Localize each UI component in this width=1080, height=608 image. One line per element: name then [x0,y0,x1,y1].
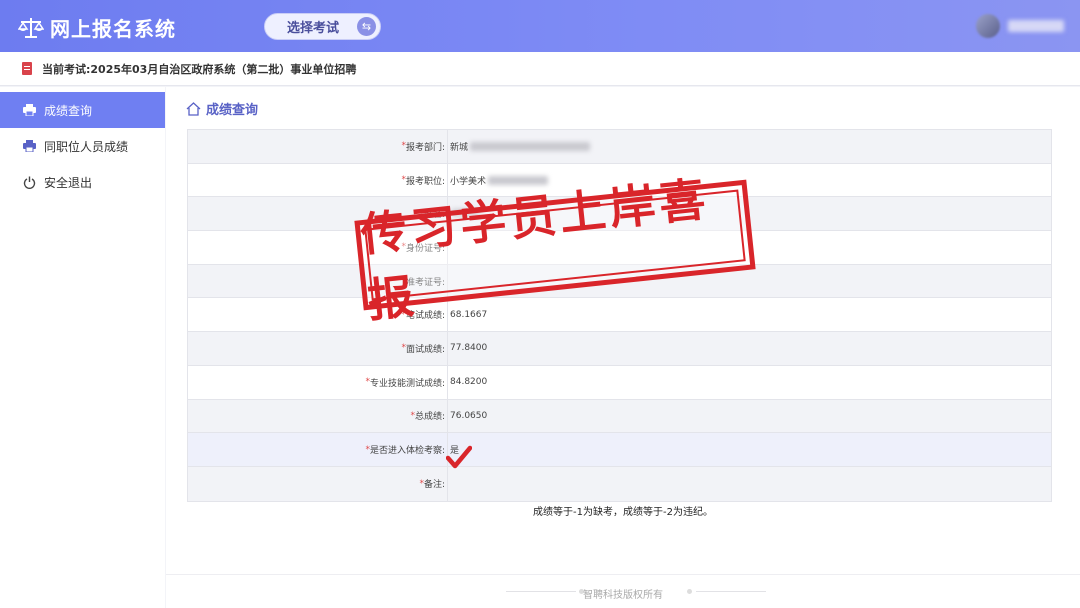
sidebar-item-label: 同职位人员成绩 [44,139,129,154]
field-label: 是否进入体检考察: [369,446,445,457]
power-icon [22,175,36,189]
sidebar-item-label: 成绩查询 [44,103,93,118]
select-exam-label: 选择考试 [287,21,340,36]
field-label: 报考部门: [405,142,445,153]
field-value: 77.8400 [450,343,488,354]
field-label: 备注: [423,480,445,491]
user-menu[interactable] [976,14,1064,38]
sidebar-item-logout[interactable]: 安全退出 [0,164,165,200]
user-name-redacted [1008,20,1064,32]
form-row: * 是否进入体检考察: 是 [188,433,1051,467]
current-exam-label: 当前考试: [42,62,91,76]
form-row: * 总成绩: 76.0650 [188,399,1051,434]
field-value: 小学美术 [450,176,487,187]
form-row: * 专业技能测试成绩: 84.8200 [188,365,1051,400]
sidebar-item-label: 安全退出 [44,175,93,190]
current-exam-bar: 当前考试: 2025年03月自治区政府系统（第二批）事业单位招聘 [0,52,1080,86]
form-row: * 报考部门: 新城 [188,130,1051,164]
sidebar: 成绩查询 同职位人员成绩 安全退出 [0,87,165,608]
checkmark-icon [446,445,472,469]
select-exam-button[interactable]: 选择考试 ⇆ [264,13,381,40]
swap-icon: ⇆ [357,17,376,36]
field-value: 新城 [450,142,469,153]
sidebar-item-score-query[interactable]: 成绩查询 [0,92,165,128]
form-row: * 面试成绩: 77.8400 [188,332,1051,366]
field-label: 面试成绩: [405,344,445,355]
document-icon [22,62,32,75]
field-value: 84.8200 [450,377,488,388]
current-exam-name: 2025年03月自治区政府系统（第二批）事业单位招聘 [90,62,357,76]
scales-icon [18,17,44,38]
copyright-text: 智聘科技版权所有 [583,590,663,601]
app-title: 网上报名系统 [50,17,176,41]
promo-stamp: 传习学员上岸喜报 [354,172,756,328]
sidebar-item-same-position-scores[interactable]: 同职位人员成绩 [0,128,165,164]
field-label: 报考职位: [405,176,445,187]
main-content: 成绩查询 * 报考部门: 新城 * 报考职位: 小学美术 * 姓名: * 身份证号: *… [166,87,1080,608]
avatar [976,14,1000,38]
score-note: 成绩等于-1为缺考，成绩等于-2为违纪。 [533,507,713,518]
top-header: 网上报名系统 选择考试 ⇆ [0,0,1080,52]
page-title: 成绩查询 [206,103,259,118]
redacted-text [470,141,591,151]
printer-icon [22,139,36,153]
field-label: 总成绩: [414,412,445,423]
printer-icon [22,103,36,117]
home-icon [186,101,201,116]
app-logo: 网上报名系统 [18,13,176,42]
form-row: * 备注: [188,466,1051,501]
field-value: 76.0650 [450,410,488,421]
field-label: 专业技能测试成绩: [369,378,445,389]
footer: 智聘科技版权所有 [166,574,1080,608]
breadcrumb: 成绩查询 [186,99,258,118]
